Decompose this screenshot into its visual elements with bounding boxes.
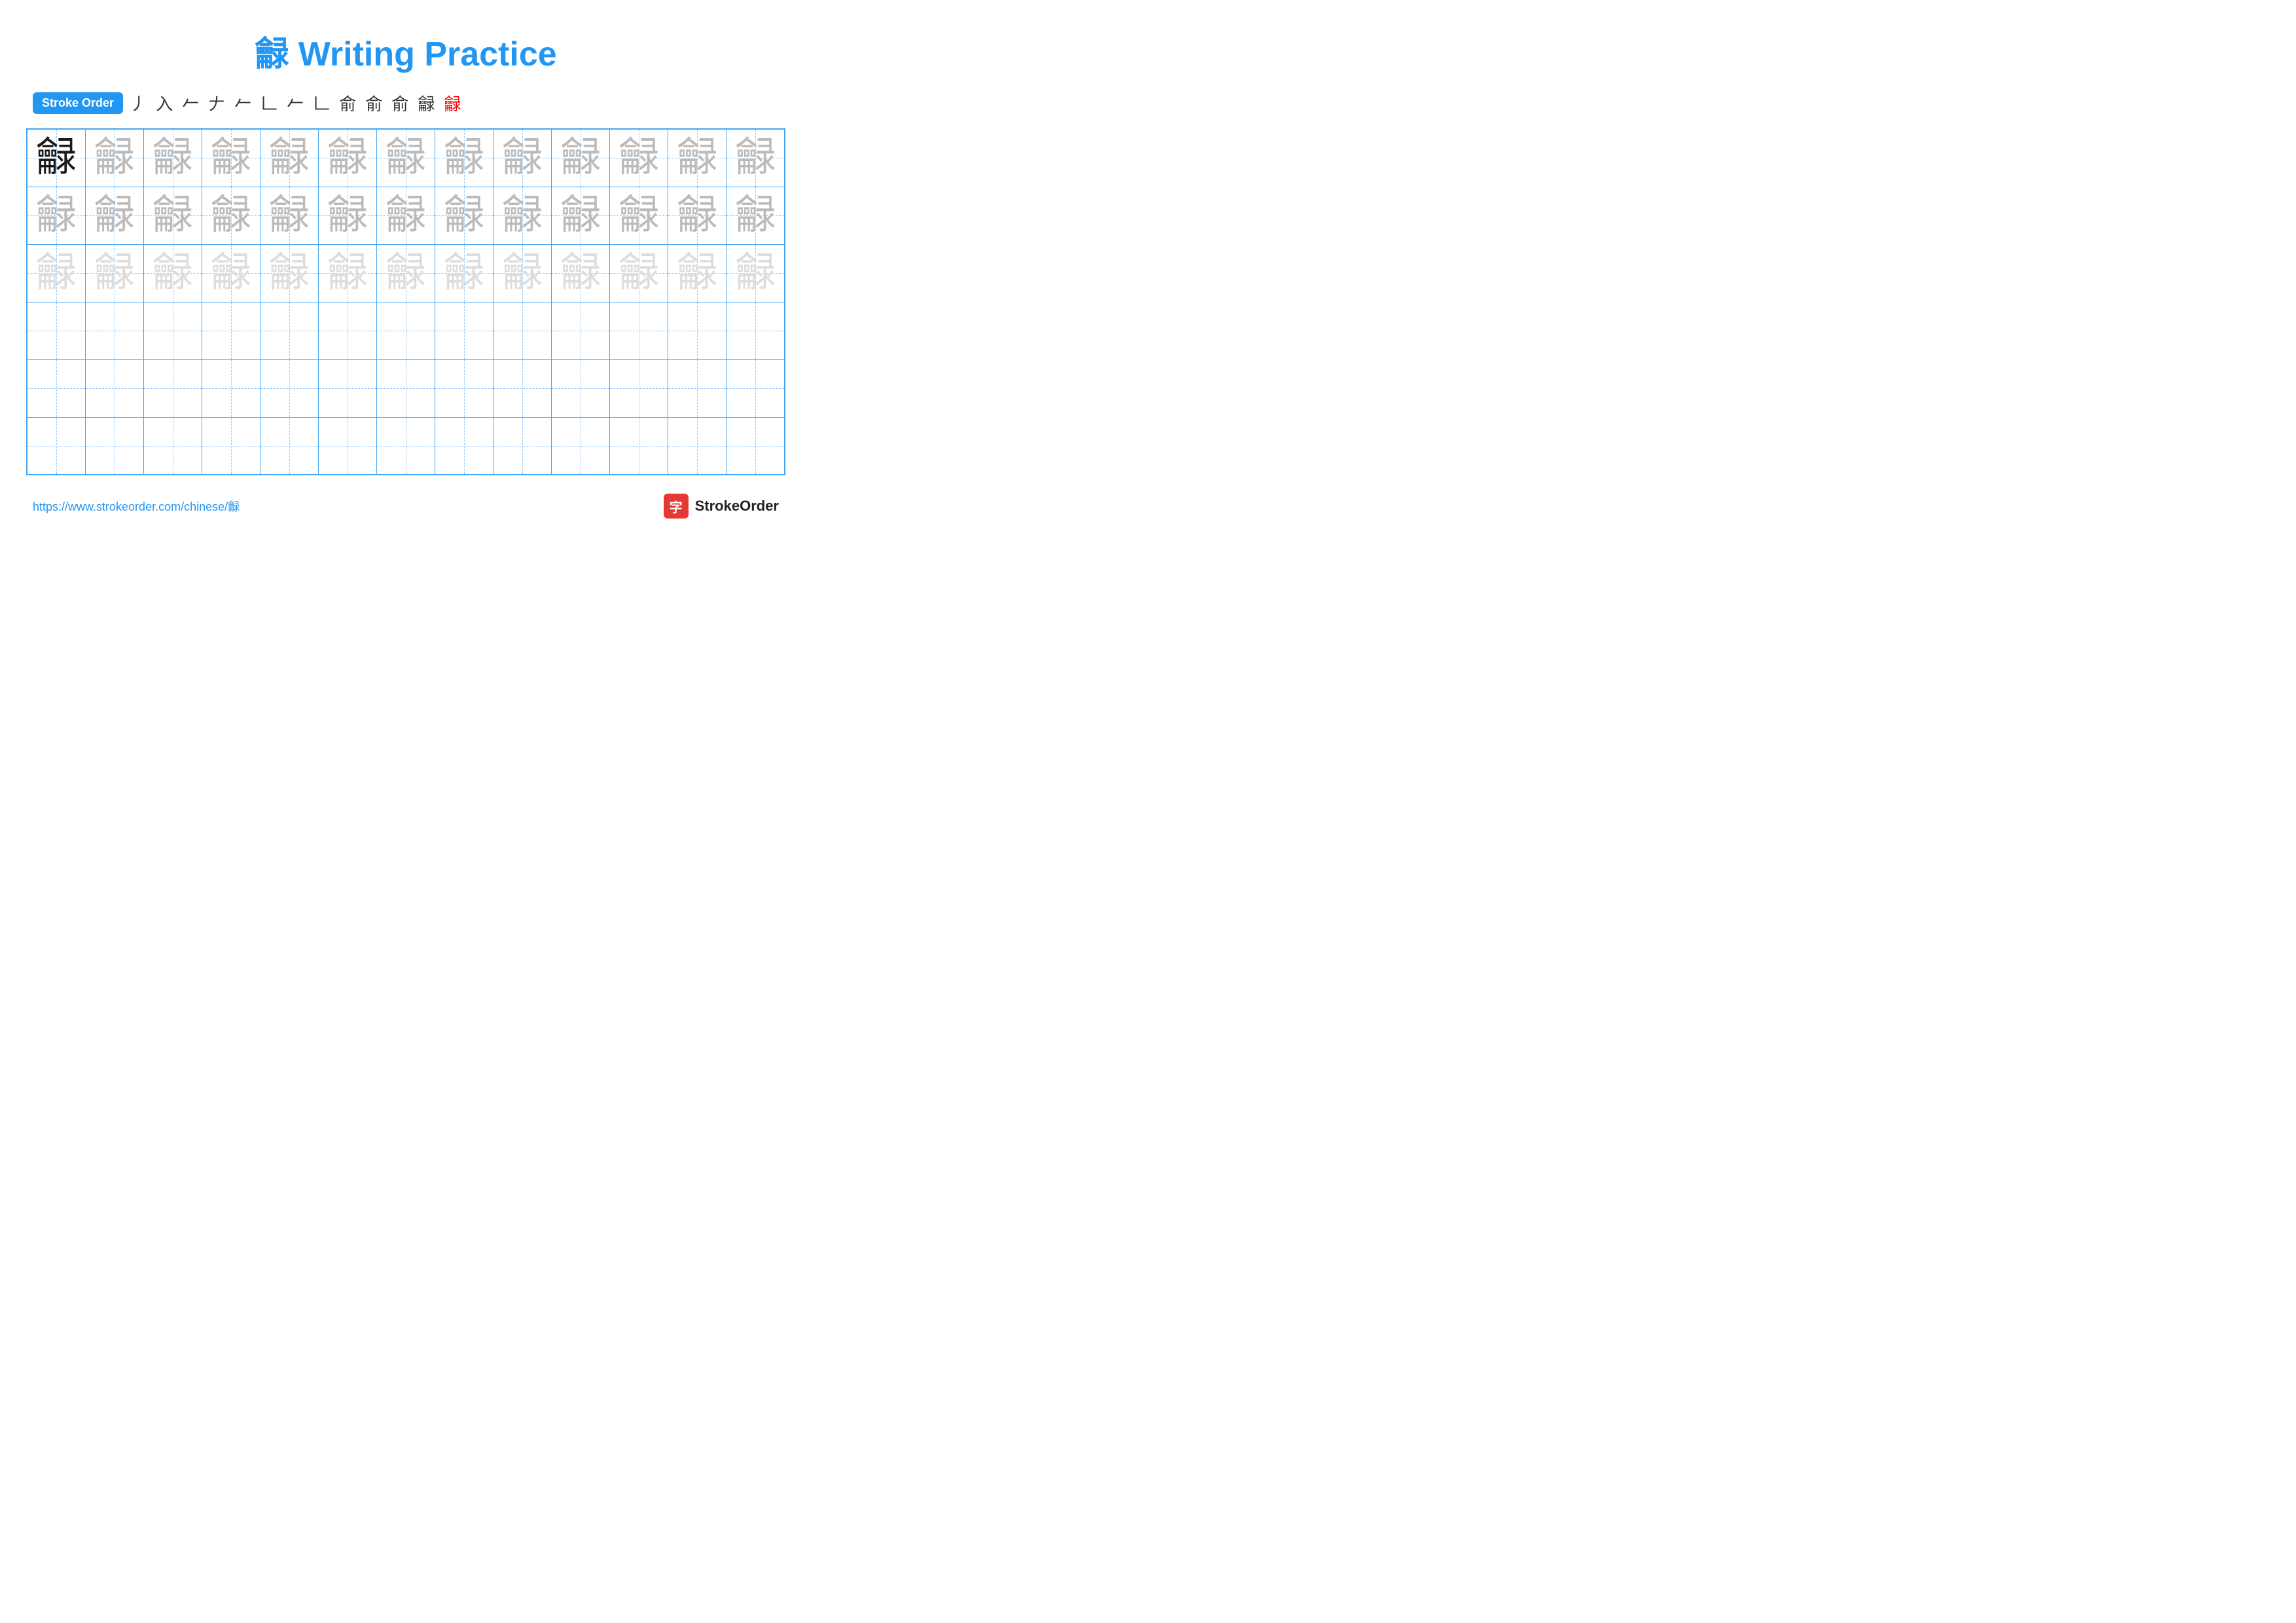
table-cell[interactable] <box>552 302 610 359</box>
table-cell: 龣 <box>726 129 785 187</box>
stroke-chars: 丿 入 𠂉 𠂇 𠂉 𠃊 𠂉 𠃊 俞 俞 俞 龣 龣 <box>130 91 461 115</box>
table-cell[interactable] <box>85 359 143 417</box>
table-cell[interactable] <box>726 302 785 359</box>
table-cell: 龣 <box>260 129 318 187</box>
table-cell[interactable] <box>435 359 493 417</box>
table-cell[interactable] <box>493 302 552 359</box>
stroke-order-row: Stroke Order 丿 入 𠂉 𠂇 𠂉 𠃊 𠂉 𠃊 俞 俞 俞 龣 龣 <box>26 91 785 115</box>
table-cell: 龣 <box>493 187 552 244</box>
table-cell[interactable] <box>552 417 610 475</box>
table-cell: 龣 <box>726 187 785 244</box>
table-row: 龣 龣 龣 龣 龣 龣 龣 龣 龣 龣 龣 龣 龣 <box>27 244 785 302</box>
table-cell[interactable] <box>143 302 202 359</box>
table-cell[interactable] <box>318 417 376 475</box>
table-cell: 龣 <box>376 187 435 244</box>
table-cell: 龣 <box>27 129 85 187</box>
table-cell: 龣 <box>85 187 143 244</box>
table-cell: 龣 <box>143 129 202 187</box>
table-cell: 龣 <box>610 129 668 187</box>
table-cell: 龣 <box>668 187 726 244</box>
footer-url[interactable]: https://www.strokeorder.com/chinese/龣 <box>33 498 240 515</box>
table-row <box>27 302 785 359</box>
table-cell: 龣 <box>260 244 318 302</box>
table-cell: 龣 <box>668 129 726 187</box>
table-cell: 龣 <box>85 129 143 187</box>
table-cell[interactable] <box>143 359 202 417</box>
table-cell[interactable] <box>318 359 376 417</box>
table-cell: 龣 <box>726 244 785 302</box>
table-cell: 龣 <box>493 244 552 302</box>
table-cell: 龣 <box>143 244 202 302</box>
table-cell: 龣 <box>552 129 610 187</box>
table-cell[interactable] <box>318 302 376 359</box>
table-cell[interactable] <box>435 302 493 359</box>
table-cell[interactable] <box>85 302 143 359</box>
table-cell: 龣 <box>143 187 202 244</box>
table-cell: 龣 <box>610 244 668 302</box>
table-cell[interactable] <box>202 302 260 359</box>
logo-text: StrokeOrder <box>695 498 779 515</box>
table-row: 龣 龣 龣 龣 龣 龣 龣 龣 龣 龣 龣 龣 龣 <box>27 187 785 244</box>
table-cell[interactable] <box>85 417 143 475</box>
table-cell: 龣 <box>668 244 726 302</box>
table-cell: 龣 <box>376 244 435 302</box>
table-cell: 龣 <box>202 244 260 302</box>
table-cell: 龣 <box>202 129 260 187</box>
table-cell[interactable] <box>668 302 726 359</box>
table-cell[interactable] <box>260 302 318 359</box>
table-cell[interactable] <box>376 359 435 417</box>
table-cell: 龣 <box>318 187 376 244</box>
table-cell[interactable] <box>610 302 668 359</box>
practice-grid: 龣 龣 龣 龣 龣 龣 龣 龣 龣 龣 龣 龣 龣 龣 龣 龣 龣 龣 龣 龣 … <box>26 128 785 475</box>
table-cell[interactable] <box>260 417 318 475</box>
table-cell: 龣 <box>376 129 435 187</box>
table-cell: 龣 <box>435 244 493 302</box>
table-cell[interactable] <box>27 417 85 475</box>
table-cell: 龣 <box>260 187 318 244</box>
table-cell[interactable] <box>493 417 552 475</box>
footer-logo: 字 StrokeOrder <box>664 494 779 519</box>
table-cell: 龣 <box>318 129 376 187</box>
table-cell[interactable] <box>27 302 85 359</box>
table-cell[interactable] <box>668 359 726 417</box>
table-row <box>27 359 785 417</box>
table-cell: 龣 <box>493 129 552 187</box>
table-cell[interactable] <box>376 302 435 359</box>
table-row <box>27 417 785 475</box>
table-cell: 龣 <box>27 244 85 302</box>
table-cell: 龣 <box>435 187 493 244</box>
stroke-order-badge: Stroke Order <box>33 92 123 114</box>
table-cell[interactable] <box>610 417 668 475</box>
table-cell: 龣 <box>552 244 610 302</box>
table-cell[interactable] <box>552 359 610 417</box>
table-cell: 龣 <box>318 244 376 302</box>
table-cell: 龣 <box>85 244 143 302</box>
table-cell: 龣 <box>552 187 610 244</box>
table-cell: 龣 <box>435 129 493 187</box>
table-cell[interactable] <box>27 359 85 417</box>
table-cell[interactable] <box>260 359 318 417</box>
table-cell[interactable] <box>726 417 785 475</box>
table-cell[interactable] <box>143 417 202 475</box>
table-cell[interactable] <box>726 359 785 417</box>
logo-icon: 字 <box>664 494 689 519</box>
table-cell: 龣 <box>27 187 85 244</box>
table-cell: 龣 <box>202 187 260 244</box>
table-cell[interactable] <box>435 417 493 475</box>
table-cell: 龣 <box>610 187 668 244</box>
table-cell[interactable] <box>493 359 552 417</box>
table-row: 龣 龣 龣 龣 龣 龣 龣 龣 龣 龣 龣 龣 龣 <box>27 129 785 187</box>
footer: https://www.strokeorder.com/chinese/龣 字 … <box>26 494 785 519</box>
table-cell[interactable] <box>668 417 726 475</box>
page-title: 龣 Writing Practice <box>26 26 785 75</box>
table-cell[interactable] <box>610 359 668 417</box>
table-cell[interactable] <box>376 417 435 475</box>
table-cell[interactable] <box>202 359 260 417</box>
table-cell[interactable] <box>202 417 260 475</box>
